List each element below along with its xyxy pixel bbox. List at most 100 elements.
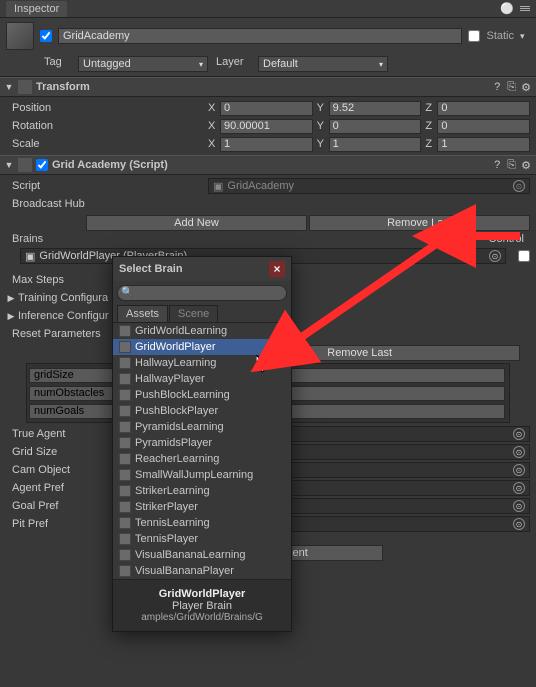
select-brain-popup: Select Brain × 🔍 Assets Scene GridWorldL… [112,256,292,632]
brain-picker-item[interactable]: PushBlockPlayer [113,403,291,419]
close-icon[interactable]: × [269,261,285,277]
position-row: Position X Y Z [6,99,530,117]
brain-picker-item[interactable]: SmallWallJumpLearning [113,467,291,483]
gameobject-header: Static ▾ [0,18,536,54]
popup-title: Select Brain [119,263,183,275]
transform-icon [18,80,32,94]
popup-tabs: Assets Scene [113,305,291,323]
scale-z-input[interactable] [437,137,530,152]
brain-control-checkbox[interactable] [518,250,530,262]
gameobject-enabled-checkbox[interactable] [40,30,52,42]
object-picker-icon[interactable]: ⊙ [513,464,525,476]
layer-dropdown[interactable]: Default ▾ [258,56,388,72]
brain-asset-icon [119,325,131,337]
position-z-input[interactable] [437,101,530,116]
brain-asset-icon [119,485,131,497]
brain-picker-item[interactable]: StrikerLearning [113,483,291,499]
help-icon[interactable]: ? [491,159,503,171]
object-picker-icon[interactable]: ⊙ [489,250,501,262]
brain-picker-item[interactable]: GridWorldLearning [113,323,291,339]
training-config-label: Training Configura [18,292,108,304]
rotation-y-input[interactable] [329,119,422,134]
brain-picker-item[interactable]: ReacherLearning [113,451,291,467]
position-y-input[interactable] [329,101,422,116]
brain-picker-item[interactable]: TennisPlayer [113,531,291,547]
help-icon[interactable]: ? [491,81,503,93]
y-label: Y [317,102,327,114]
brain-asset-icon [119,501,131,513]
preset-icon[interactable]: ⎘ [507,81,516,94]
transform-title: Transform [36,81,487,93]
brain-picker-item-label: PushBlockLearning [135,389,230,401]
brain-asset-icon [119,469,131,481]
brain-picker-item[interactable]: PyramidsLearning [113,419,291,435]
script-label: Script [6,180,206,192]
rotation-z-input[interactable] [437,119,530,134]
object-picker-icon[interactable]: ⊙ [513,518,525,530]
popup-titlebar[interactable]: Select Brain × [113,257,291,281]
foldout-icon[interactable]: ▶ [6,293,16,304]
popup-footer: GridWorldPlayer Player Brain amples/Grid… [113,579,291,631]
brain-picker-item[interactable]: StrikerPlayer [113,499,291,515]
academy-header[interactable]: ▼ Grid Academy (Script) ? ⎘ ⚙ [0,155,536,175]
foldout-icon[interactable]: ▼ [4,160,14,170]
script-value: GridAcademy [227,180,294,192]
brain-picker-item[interactable]: VisualBananaPlayer [113,563,291,579]
brain-asset-icon [119,453,131,465]
remove-last-button[interactable]: Remove Last [309,215,530,231]
add-new-button[interactable]: Add New [86,215,307,231]
layer-label: Layer [216,56,250,72]
brain-picker-item-label: VisualBananaPlayer [135,565,234,577]
academy-title: Grid Academy (Script) [52,159,487,171]
inspector-tab[interactable]: Inspector [6,1,67,17]
scale-x-input[interactable] [220,137,313,152]
static-checkbox[interactable] [468,30,480,42]
foldout-icon[interactable]: ▶ [6,311,16,322]
gameobject-name-input[interactable] [58,28,462,44]
csharp-icon: ▣ [213,180,223,193]
object-picker-icon[interactable]: ⊙ [513,446,525,458]
brain-picker-item[interactable]: GridWorldPlayer [113,339,291,355]
gear-icon[interactable]: ⚙ [520,159,532,171]
script-icon [18,158,32,172]
rotation-label: Rotation [6,120,206,132]
transform-header[interactable]: ▼ Transform ? ⎘ ⚙ [0,77,536,97]
brain-icon: ▣ [25,250,35,263]
brain-picker-item[interactable]: VisualBananaLearning [113,547,291,563]
chevron-down-icon: ▾ [379,60,383,69]
static-dropdown-icon[interactable]: ▾ [520,31,530,42]
brain-asset-icon [119,373,131,385]
mouse-cursor-icon [256,355,272,375]
tag-dropdown[interactable]: Untagged ▾ [78,56,208,72]
gameobject-icon[interactable] [6,22,34,50]
academy-enabled-checkbox[interactable] [36,159,48,171]
brain-picker-item[interactable]: PyramidsPlayer [113,435,291,451]
rotation-x-input[interactable] [220,119,313,134]
footer-path: amples/GridWorld/Brains/G [117,612,287,623]
tab-scene[interactable]: Scene [169,305,218,322]
search-icon: 🔍 [121,287,133,298]
object-picker-icon[interactable]: ⊙ [513,500,525,512]
brain-asset-icon [119,437,131,449]
search-input[interactable] [117,285,287,301]
lock-icon[interactable]: ⚪ [500,2,514,15]
brain-asset-icon [119,341,131,353]
object-picker-icon[interactable]: ⊙ [513,482,525,494]
tab-assets[interactable]: Assets [117,305,168,322]
brain-asset-icon [119,357,131,369]
static-label: Static [486,30,514,42]
position-x-input[interactable] [220,101,313,116]
brain-picker-item-label: StrikerLearning [135,485,210,497]
brain-asset-icon [119,565,131,577]
object-picker-icon[interactable]: ⊙ [513,180,525,192]
preset-icon[interactable]: ⎘ [507,159,516,172]
rotation-row: Rotation X Y Z [6,117,530,135]
brain-picker-item[interactable]: TennisLearning [113,515,291,531]
panel-menu-icon[interactable] [520,6,530,11]
gear-icon[interactable]: ⚙ [520,81,532,93]
foldout-icon[interactable]: ▼ [4,82,14,92]
brain-picker-item[interactable]: PushBlockLearning [113,387,291,403]
scale-y-input[interactable] [329,137,422,152]
object-picker-icon[interactable]: ⊙ [513,428,525,440]
brains-label: Brains [12,233,92,245]
